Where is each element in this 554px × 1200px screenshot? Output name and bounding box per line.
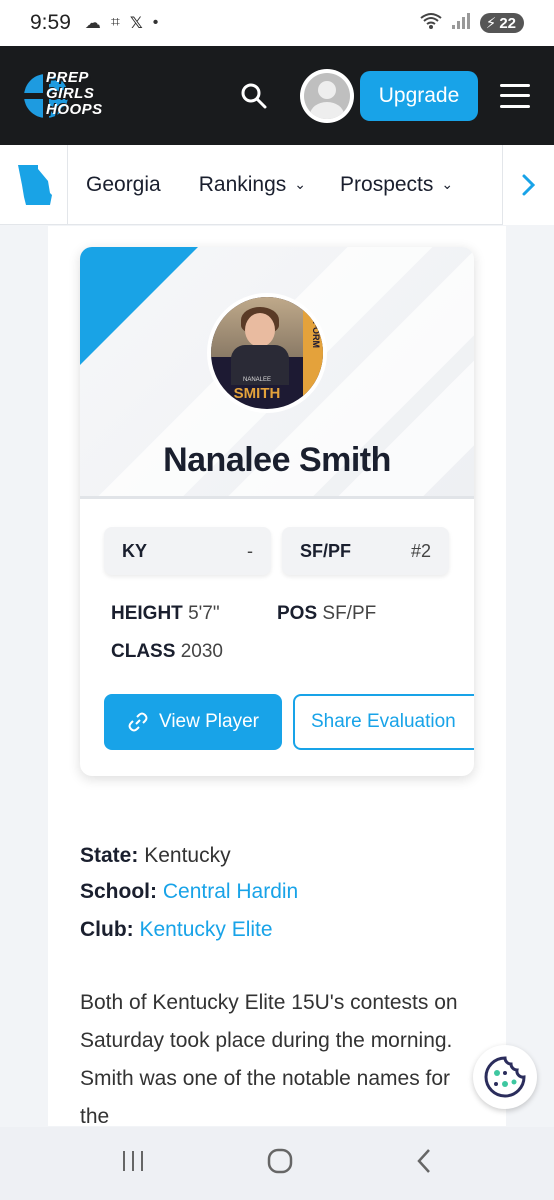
- chevron-right-icon: [522, 174, 535, 196]
- recent-apps-icon: [123, 1151, 143, 1171]
- home-button[interactable]: [266, 1147, 294, 1180]
- nav-item-georgia[interactable]: Georgia: [86, 173, 161, 197]
- player-name: Nanalee Smith: [163, 441, 391, 479]
- cookie-settings-button[interactable]: [473, 1045, 537, 1109]
- player-card-header: PERFORM NANALEE SMITH Nanalee Smith: [80, 247, 474, 499]
- section-nav: Georgia Rankings ⌄ Prospects ⌄: [0, 144, 554, 225]
- status-icons: ☁ ⌗ 𝕏 •: [85, 13, 159, 33]
- charging-icon: ⚡: [485, 15, 497, 32]
- article-paragraph: Both of Kentucky Elite 15U's contests on…: [80, 991, 458, 1128]
- player-photo: PERFORM NANALEE SMITH: [207, 293, 327, 413]
- school-detail: School: Central Hardin: [80, 880, 299, 903]
- chevron-down-icon: ⌄: [294, 176, 307, 192]
- card-corner-accent: [80, 247, 198, 365]
- status-bar: 9:59 ☁ ⌗ 𝕏 • ⚡ 22: [0, 0, 554, 46]
- photo-vertical-text: PERFORM: [311, 303, 321, 348]
- photo-caption-last: SMITH: [233, 385, 281, 402]
- status-time: 9:59: [30, 11, 71, 34]
- nav-item-prospects[interactable]: Prospects ⌄: [340, 173, 453, 197]
- signal-icon: [451, 12, 470, 34]
- x-icon: 𝕏: [129, 15, 143, 32]
- position-rank: #2: [410, 540, 431, 561]
- state-detail: State: Kentucky: [80, 844, 231, 867]
- menu-button[interactable]: [500, 83, 530, 108]
- screenshot-icon: ⌗: [110, 14, 120, 31]
- state-rank: -: [247, 540, 253, 561]
- search-button[interactable]: [238, 80, 270, 112]
- position-pill: SF/PF #2: [282, 527, 449, 575]
- cloud-icon: ☁: [84, 15, 101, 32]
- user-avatar[interactable]: [300, 68, 354, 123]
- school-link[interactable]: Central Hardin: [163, 880, 298, 903]
- wifi-icon: [420, 12, 442, 35]
- position-code: SF/PF: [300, 540, 352, 561]
- class-info: CLASS 2030: [111, 641, 223, 662]
- recent-apps-button[interactable]: [120, 1149, 146, 1178]
- battery-level: 22: [499, 14, 516, 32]
- back-icon: [417, 1149, 430, 1173]
- photo-caption-first: NANALEE: [242, 377, 271, 383]
- logo-line-1: PREP: [46, 68, 89, 86]
- search-icon: [241, 83, 267, 108]
- share-evaluation-button[interactable]: Share Evaluation: [293, 694, 474, 750]
- chevron-down-icon: ⌄: [441, 176, 454, 192]
- nav-item-rankings[interactable]: Rankings ⌄: [199, 173, 306, 197]
- player-card: PERFORM NANALEE SMITH Nanalee Smith KY -…: [80, 247, 474, 776]
- link-icon: [128, 712, 148, 732]
- back-button[interactable]: [414, 1147, 434, 1180]
- nav-scroll-right-button[interactable]: [502, 145, 554, 225]
- dot-icon: •: [152, 14, 159, 31]
- height-info: HEIGHT 5'7": [111, 603, 220, 624]
- club-link[interactable]: Kentucky Elite: [140, 918, 273, 941]
- home-icon: [267, 1148, 293, 1174]
- site-logo[interactable]: PREP GIRLS HOOPS: [24, 68, 116, 124]
- site-header: PREP GIRLS HOOPS Upgrade: [0, 46, 554, 145]
- default-avatar-icon: [304, 72, 350, 119]
- system-nav-bar: [0, 1127, 554, 1200]
- view-player-button[interactable]: View Player: [104, 694, 282, 750]
- georgia-state-icon[interactable]: [0, 144, 68, 225]
- club-detail: Club: Kentucky Elite: [80, 918, 273, 941]
- logo-line-3: HOOPS: [46, 100, 103, 118]
- cookie-icon: [484, 1056, 526, 1098]
- upgrade-button[interactable]: Upgrade: [360, 70, 478, 121]
- battery-indicator: ⚡ 22: [479, 13, 524, 33]
- state-code: KY: [122, 540, 148, 561]
- logo-line-2: GIRLS: [46, 84, 95, 102]
- state-pill: KY -: [104, 527, 271, 575]
- main-content: PERFORM NANALEE SMITH Nanalee Smith KY -…: [48, 226, 506, 1128]
- position-info: POS SF/PF: [277, 603, 377, 624]
- hamburger-icon: [500, 83, 530, 87]
